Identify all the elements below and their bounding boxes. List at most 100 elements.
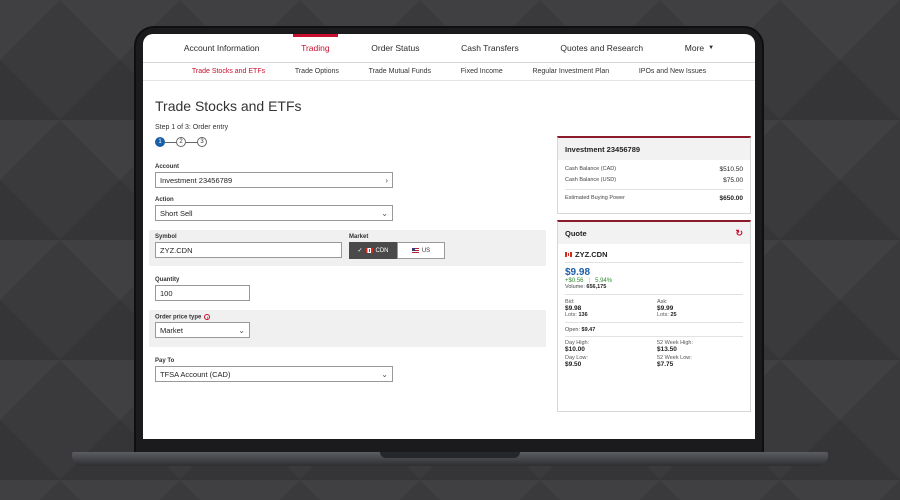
chevron-down-icon: ⌄ [381,369,388,379]
lots-label: Lots: [657,312,669,318]
ask-value: $9.99 [657,305,674,312]
quote-price: $9.98 [565,267,591,278]
row-label: Estimated Buying Power [565,195,625,201]
chevron-down-icon: ⌄ [381,208,388,218]
buying-power-row: Estimated Buying Power $650.00 [558,195,750,202]
tab-label: Trading [301,43,330,53]
week52-low-cell: 52 Week Low: $7.75 [657,355,743,368]
tab-label: Quotes and Research [560,43,644,53]
action-select[interactable]: Short Sell ⌄ [155,205,393,221]
quote-panel-title: Quote [565,228,587,238]
tab-label: More [684,43,705,53]
subtab-fixed-income[interactable]: Fixed Income [461,68,503,75]
tab-quotes-and-research[interactable]: Quotes and Research [552,34,651,63]
canada-flag-icon [565,252,572,257]
canada-flag-icon [365,248,373,253]
info-icon[interactable]: i [204,314,211,320]
step-text: Step 1 of 3: Order entry [155,124,229,131]
quantity-value: 100 [160,288,173,298]
subtab-trade-stocks-etfs[interactable]: Trade Stocks and ETFs [192,68,265,75]
row-value: $510.50 [719,166,744,173]
tab-label: Account Information [183,43,260,53]
account-label: Account [155,164,179,170]
bid-value: $9.98 [565,305,582,312]
open-label: Open: [565,327,580,333]
day-low-cell: Day Low: $9.50 [565,355,651,368]
volume-label: Volume: [565,284,585,290]
ask-cell: Ask: $9.99 Lots: 25 [657,299,743,318]
quantity-input[interactable]: 100 [155,285,250,301]
account-panel-header: Investment 23456789 [558,138,750,160]
chevron-down-icon: ⌄ [238,325,245,335]
tab-account-information[interactable]: Account Information [176,34,268,63]
tab-cash-transfers[interactable]: Cash Transfers [453,34,527,63]
step-2: 2 [176,137,186,147]
page-title: Trade Stocks and ETFs [155,98,302,114]
step-connector [186,141,197,143]
market-option-cdn[interactable]: ✓ CDN [349,242,397,259]
row-value: $650.00 [719,195,744,202]
sub-navigation: Trade Stocks and ETFs Trade Options Trad… [143,63,755,81]
quote-symbol: ZYZ.CDN [575,250,608,259]
pay-to-label: Pay To [155,358,175,364]
quote-panel: Quote ↻ ZYZ.CDN $9.98 +$0.56 | 5.94% Vol… [557,220,751,412]
market-toggle: ✓ CDN US [349,242,445,259]
chevron-right-icon: › [385,175,388,185]
tab-label: Cash Transfers [461,43,519,53]
symbol-input[interactable]: ZYZ.CDN [155,242,342,258]
day-high-value: $10.00 [565,346,585,353]
quantity-label: Quantity [155,277,180,283]
subtab-ipos-new-issues[interactable]: IPOs and New Issues [639,68,706,75]
lots-value: 136 [578,312,588,318]
top-navigation: Account Information Trading Order Status… [143,34,755,63]
market-option-label: CDN [375,247,389,254]
day-high-cell: Day High: $10.00 [565,340,651,353]
subtab-trade-mutual-funds[interactable]: Trade Mutual Funds [369,68,431,75]
market-option-label: US [421,247,431,254]
laptop-notch [380,452,520,458]
row-value: $75.00 [723,177,743,184]
bid-lots: Lots: 136 [565,312,651,318]
subtab-trade-options[interactable]: Trade Options [295,68,339,75]
lots-label: Lots: [565,312,577,318]
cash-balance-cad-row: Cash Balance (CAD) $510.50 [558,166,750,173]
us-flag-icon [411,248,419,253]
price-type-label-wrap: Order price type i [155,314,211,321]
step-3: 3 [197,137,207,147]
check-icon: ✓ [357,248,363,254]
account-panel-title: Investment 23456789 [565,144,641,154]
refresh-icon[interactable]: ↻ [735,228,743,239]
tab-label: Order Status [371,43,420,53]
row-label: Cash Balance (CAD) [565,166,617,172]
bid-ask-grid: Bid: $9.98 Lots: 136 Ask: $9.99 Lots: 25 [558,299,750,318]
volume-value: 656,175 [586,284,607,290]
account-value: Investment 23456789 [160,175,233,185]
screen: Account Information Trading Order Status… [143,34,755,439]
account-selector[interactable]: Investment 23456789 › [155,172,393,188]
price-type-label: Order price type [155,314,202,321]
week52-high-value: $13.50 [657,346,677,353]
bid-cell: Bid: $9.98 Lots: 136 [565,299,651,318]
row-label: Cash Balance (USD) [565,177,617,183]
subtab-regular-investment-plan[interactable]: Regular Investment Plan [532,68,609,75]
price-type-select[interactable]: Market ⌄ [155,322,250,338]
step-1: 1 [155,137,165,147]
action-label: Action [155,197,174,203]
account-summary-panel: Investment 23456789 Cash Balance (CAD) $… [557,136,751,214]
day-low-value: $9.50 [565,361,582,368]
stepper: 1 2 3 [155,137,207,147]
lots-value: 25 [670,312,677,318]
tab-trading[interactable]: Trading [293,34,338,63]
week52-high-cell: 52 Week High: $13.50 [657,340,743,353]
action-value: Short Sell [160,208,193,218]
quote-symbol-row: ZYZ.CDN [558,250,750,259]
pay-to-value: TFSA Account (CAD) [160,369,231,379]
market-option-us[interactable]: US [397,242,445,259]
tab-more[interactable]: More ▼ [677,34,722,63]
cash-balance-usd-row: Cash Balance (USD) $75.00 [558,177,750,184]
market-label: Market [349,234,369,240]
tab-order-status[interactable]: Order Status [363,34,427,63]
pay-to-select[interactable]: TFSA Account (CAD) ⌄ [155,366,393,382]
step-connector [165,141,176,143]
caret-down-icon: ▼ [708,45,715,51]
